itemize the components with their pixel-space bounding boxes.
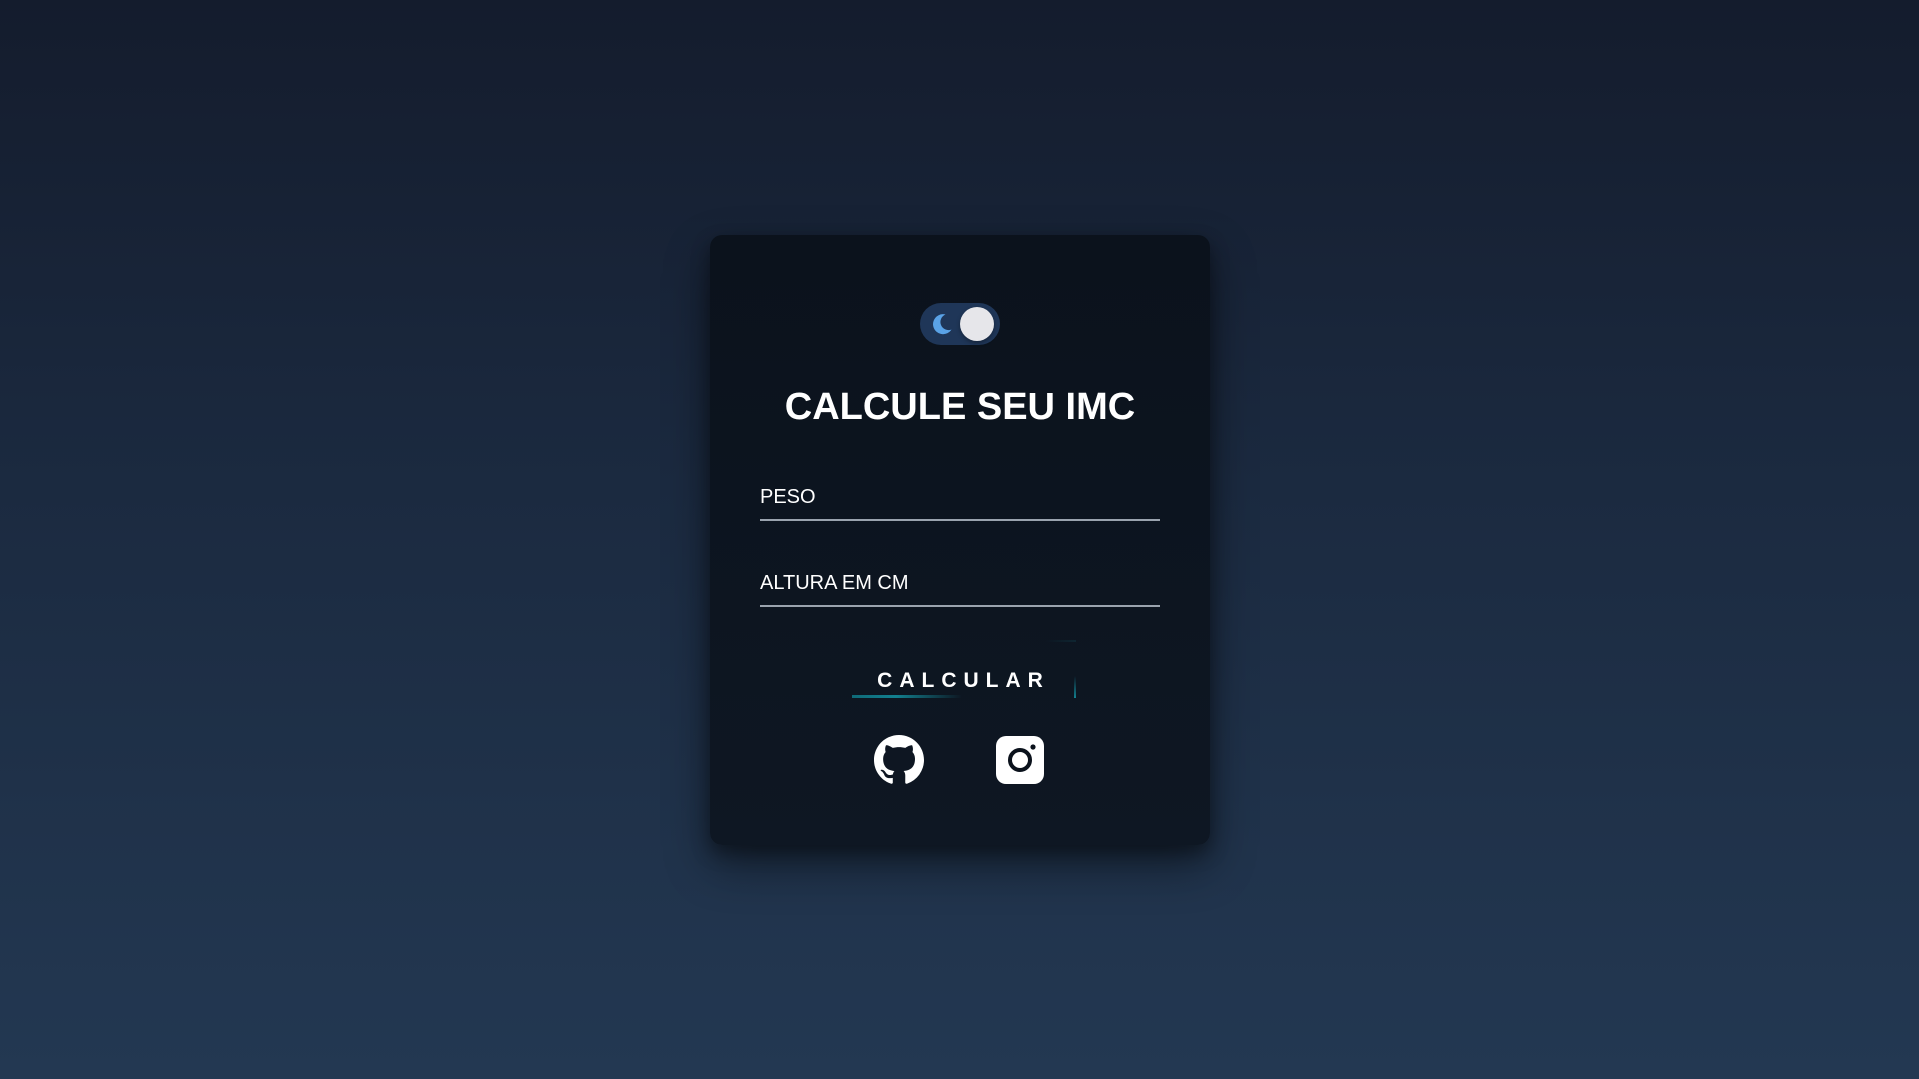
imc-card: CALCULE SEU IMC CALCULAR: [710, 235, 1210, 845]
github-link[interactable]: [874, 735, 924, 785]
instagram-link[interactable]: [995, 735, 1045, 785]
button-border-top: [1046, 640, 1076, 642]
button-border-bottom: [852, 695, 962, 698]
calcular-button[interactable]: CALCULAR: [842, 640, 1078, 704]
theme-toggle[interactable]: [920, 303, 1000, 345]
peso-field-wrapper: [760, 475, 1160, 521]
instagram-icon: [996, 736, 1044, 784]
moon-icon: [933, 314, 952, 335]
button-border-right: [1074, 676, 1076, 698]
page-title: CALCULE SEU IMC: [784, 386, 1136, 428]
calcular-button-label: CALCULAR: [877, 669, 1050, 692]
altura-input[interactable]: [760, 563, 1160, 603]
toggle-knob: [960, 307, 994, 341]
altura-field-wrapper: [760, 561, 1160, 607]
peso-input[interactable]: [760, 477, 1160, 517]
github-icon: [874, 735, 924, 784]
